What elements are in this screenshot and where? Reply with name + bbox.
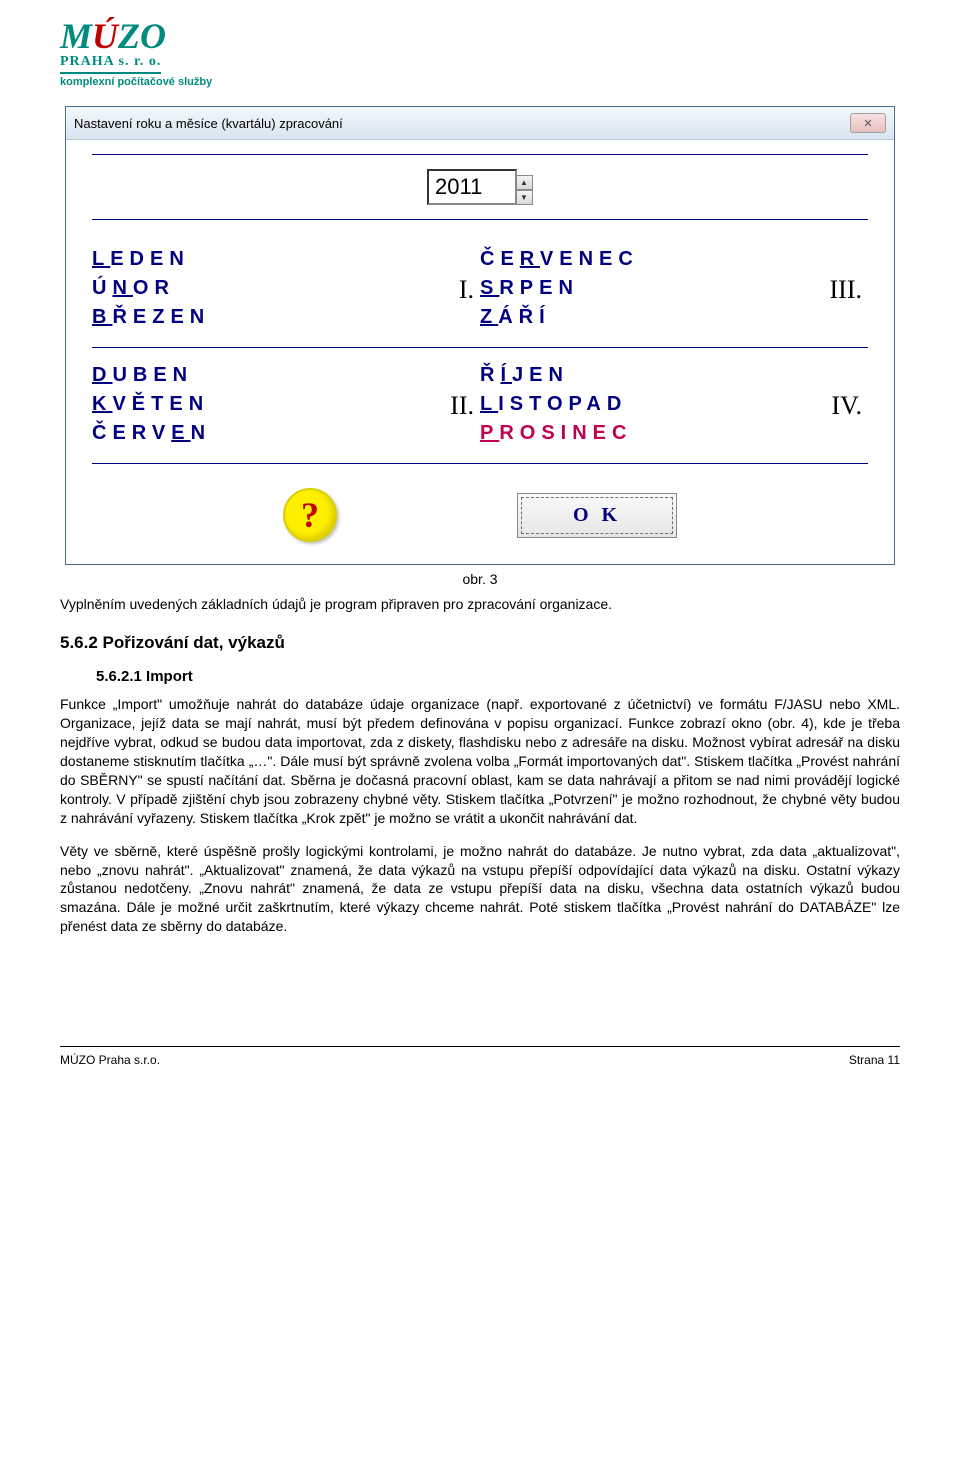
figure-caption: obr. 3 <box>60 571 900 587</box>
month-duben[interactable]: DUBEN <box>92 364 420 387</box>
section-heading: 5.6.2 Pořizování dat, výkazů <box>60 632 900 655</box>
logo-sub2: komplexní počítačové služby <box>60 76 900 88</box>
ok-label: O K <box>573 504 621 526</box>
logo-pre: M <box>60 16 92 56</box>
close-button[interactable]: ✕ <box>850 113 886 133</box>
close-icon: ✕ <box>863 117 872 130</box>
months-grid: LEDEN ÚNOR BŘEZEN I. ČERVENEC SRPEN ZÁŘÍ… <box>92 232 868 464</box>
body-text: Vyplněním uvedených základních údajů je … <box>60 595 900 936</box>
company-logo: MÚZO PRAHA s. r. o. komplexní počítačové… <box>60 20 900 88</box>
month-unor[interactable]: ÚNOR <box>92 277 420 300</box>
window-body: 2011 ▲ ▼ LEDEN ÚNOR BŘEZEN I. ČERVENEC S… <box>66 140 894 564</box>
logo-accent: Ú <box>92 16 118 56</box>
quarter-3-label[interactable]: III. <box>808 232 868 348</box>
ok-button[interactable]: O K <box>517 493 677 538</box>
titlebar: Nastavení roku a měsíce (kvartálu) zprac… <box>66 107 894 140</box>
month-zari[interactable]: ZÁŘÍ <box>480 306 808 329</box>
year-input[interactable]: 2011 <box>427 169 517 205</box>
logo-post: ZO <box>118 16 166 56</box>
quarter-2-months: DUBEN KVĚTEN ČERVEN <box>92 348 420 464</box>
month-leden[interactable]: LEDEN <box>92 248 420 271</box>
month-kveten[interactable]: KVĚTEN <box>92 393 420 416</box>
year-spinner: ▲ ▼ <box>515 175 533 205</box>
footer-left: MÚZO Praha s.r.o. <box>60 1053 160 1067</box>
footer-right: Strana 11 <box>849 1053 900 1067</box>
quarter-3-months: ČERVENEC SRPEN ZÁŘÍ <box>480 232 808 348</box>
help-button[interactable]: ? <box>283 488 337 542</box>
logo-main: MÚZO <box>60 20 900 52</box>
year-value: 2011 <box>435 174 482 199</box>
paragraph-2: Věty ve sběrně, které úspěšně prošly log… <box>60 842 900 936</box>
month-prosinec[interactable]: PROSINEC <box>480 422 808 445</box>
quarter-2-label[interactable]: II. <box>420 348 480 464</box>
help-icon: ? <box>301 494 319 536</box>
window-title: Nastavení roku a měsíce (kvartálu) zprac… <box>74 116 850 131</box>
subsection-heading: 5.6.2.1 Import <box>96 667 900 687</box>
month-srpen[interactable]: SRPEN <box>480 277 808 300</box>
quarter-4-months: ŘÍJEN LISTOPAD PROSINEC <box>480 348 808 464</box>
page-footer: MÚZO Praha s.r.o. Strana 11 <box>60 1046 900 1067</box>
quarter-1-label[interactable]: I. <box>420 232 480 348</box>
logo-sub1: PRAHA s. r. o. <box>60 54 161 74</box>
paragraph-1: Funkce „Import" umožňuje nahrát do datab… <box>60 695 900 827</box>
spin-down-button[interactable]: ▼ <box>515 190 533 205</box>
button-row: ? O K <box>92 488 868 542</box>
quarter-1-months: LEDEN ÚNOR BŘEZEN <box>92 232 420 348</box>
month-brezen[interactable]: BŘEZEN <box>92 306 420 329</box>
month-cervenec[interactable]: ČERVENEC <box>480 248 808 271</box>
intro-paragraph: Vyplněním uvedených základních údajů je … <box>60 595 900 614</box>
month-cerven[interactable]: ČERVEN <box>92 422 420 445</box>
year-row: 2011 ▲ ▼ <box>92 154 868 220</box>
dialog-window: Nastavení roku a měsíce (kvartálu) zprac… <box>65 106 895 565</box>
month-listopad[interactable]: LISTOPAD <box>480 393 808 416</box>
quarter-4-label[interactable]: IV. <box>808 348 868 464</box>
month-rijen[interactable]: ŘÍJEN <box>480 364 808 387</box>
spin-up-button[interactable]: ▲ <box>515 175 533 190</box>
chevron-up-icon: ▲ <box>520 179 528 187</box>
chevron-down-icon: ▼ <box>520 194 528 202</box>
